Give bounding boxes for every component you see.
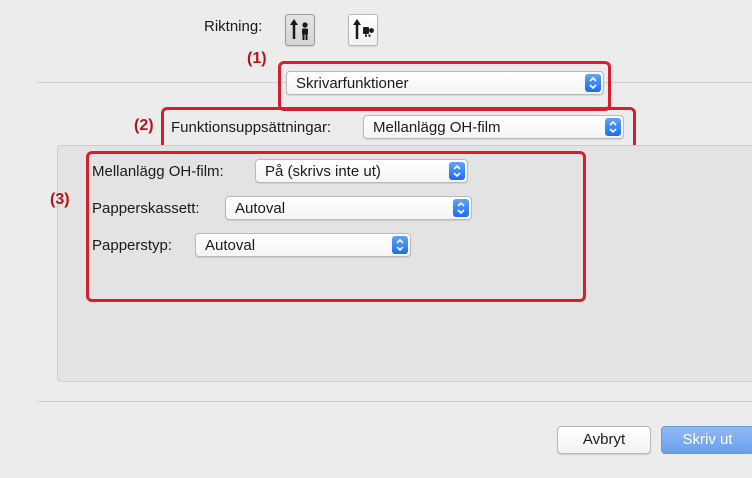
setting-label-paper-tray: Papperskassett: xyxy=(92,200,200,217)
portrait-orientation-button[interactable] xyxy=(285,14,315,46)
transparency-insert-value: På (skrivs inte ut) xyxy=(265,163,381,180)
landscape-icon xyxy=(353,19,374,39)
cancel-button[interactable]: Avbryt xyxy=(557,426,651,454)
feature-sets-popup[interactable]: Mellanlägg OH-film xyxy=(363,115,624,139)
callout-2: (2) xyxy=(134,117,154,134)
separator-bottom xyxy=(37,401,752,402)
paper-type-popup[interactable]: Autoval xyxy=(195,233,411,257)
callout-1: (1) xyxy=(247,50,267,67)
transparency-insert-popup[interactable]: På (skrivs inte ut) xyxy=(255,159,468,183)
print-dialog: Riktning: (1) Skrivarfunktioner (2) Funk… xyxy=(0,0,752,478)
panel-selector-popup[interactable]: Skrivarfunktioner xyxy=(286,71,604,95)
landscape-orientation-button[interactable] xyxy=(348,14,378,46)
setting-label-transparency: Mellanlägg OH-film: xyxy=(92,163,224,180)
feature-sets-value: Mellanlägg OH-film xyxy=(373,119,501,136)
paper-tray-value: Autoval xyxy=(235,200,286,217)
paper-type-value: Autoval xyxy=(205,237,256,254)
popup-arrows-icon xyxy=(392,236,408,254)
setting-label-paper-type: Papperstyp: xyxy=(92,237,173,254)
callout-3: (3) xyxy=(50,191,70,208)
panel-selector-value: Skrivarfunktioner xyxy=(296,75,409,92)
print-button[interactable]: Skriv ut xyxy=(661,426,752,454)
popup-arrows-icon xyxy=(585,74,601,92)
feature-sets-label: Funktionsuppsättningar: xyxy=(171,119,332,136)
popup-arrows-icon xyxy=(449,162,465,180)
orientation-label: Riktning: xyxy=(204,18,263,35)
portrait-icon xyxy=(290,19,308,40)
popup-arrows-icon xyxy=(605,118,621,136)
paper-tray-popup[interactable]: Autoval xyxy=(225,196,472,220)
popup-arrows-icon xyxy=(453,199,469,217)
